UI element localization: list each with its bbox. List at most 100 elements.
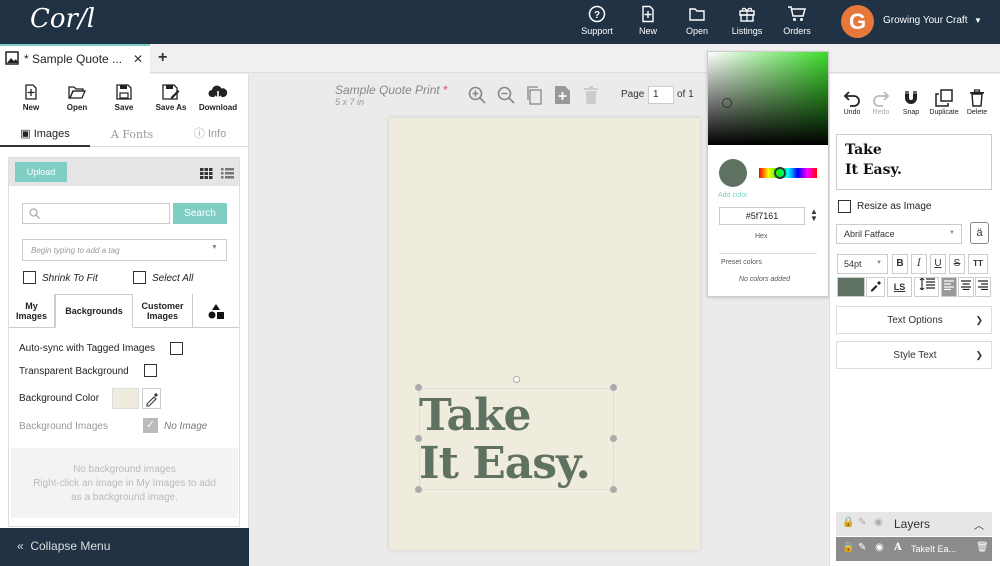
- nav-listings[interactable]: Listings: [719, 5, 775, 36]
- canvas-text-line-2: It Easy.: [419, 438, 591, 489]
- text-transform-button[interactable]: TT: [968, 254, 988, 274]
- bold-button[interactable]: B: [892, 254, 908, 274]
- text-options-label: Text Options: [887, 315, 943, 326]
- bg-color-swatch[interactable]: [112, 388, 139, 409]
- chevron-down-icon: ❯: [975, 350, 983, 360]
- eye-icon[interactable]: ◉: [875, 542, 884, 553]
- undo-button[interactable]: Undo: [837, 89, 867, 116]
- hex-format-toggle-icon[interactable]: ▲ ▼: [810, 208, 818, 223]
- tool-save-as-label: Save As: [155, 103, 187, 112]
- add-color-link[interactable]: Add color: [718, 192, 748, 199]
- delete-page-icon[interactable]: [584, 86, 598, 107]
- tab-backgrounds[interactable]: Backgrounds: [55, 294, 133, 328]
- save-as-icon: [162, 84, 180, 100]
- hue-slider[interactable]: [759, 168, 817, 178]
- duplicate-icon: [935, 89, 953, 107]
- empty-bg-line-3: as a background image.: [71, 492, 178, 503]
- upload-button[interactable]: Upload: [15, 162, 67, 182]
- nav-new[interactable]: New: [620, 5, 676, 36]
- app-logo[interactable]: Cor/l: [30, 4, 95, 34]
- underline-button[interactable]: U: [930, 254, 946, 274]
- nav-open[interactable]: Open: [669, 5, 725, 36]
- new-tab-button[interactable]: +: [158, 49, 167, 67]
- canvas-text-element[interactable]: Take It Easy.: [419, 392, 619, 488]
- trash-icon[interactable]: 🗑: [976, 542, 989, 553]
- no-image-checkbox[interactable]: ✓: [143, 418, 158, 433]
- image-search-input[interactable]: [22, 203, 170, 224]
- list-view-icon[interactable]: [221, 168, 234, 182]
- tab-shapes[interactable]: [193, 294, 239, 328]
- align-center-button[interactable]: [958, 277, 974, 297]
- hex-label: Hex: [755, 233, 768, 240]
- new-file-icon: [25, 84, 37, 100]
- tool-save-button[interactable]: Save: [102, 84, 146, 112]
- no-colors-added: No colors added: [739, 276, 790, 283]
- text-eyedropper-button[interactable]: [866, 277, 885, 297]
- add-page-icon[interactable]: [555, 86, 570, 107]
- page-label: Page: [621, 89, 645, 100]
- user-name[interactable]: Growing Your Craft: [883, 15, 968, 26]
- bg-eyedropper-button[interactable]: [142, 388, 161, 409]
- search-button[interactable]: Search: [173, 203, 227, 224]
- tag-input[interactable]: Begin typing to add a tag: [22, 239, 227, 261]
- tab-my-images[interactable]: My Images: [9, 294, 55, 328]
- text-preview[interactable]: Take It Easy.: [836, 134, 992, 190]
- lock-icon[interactable]: 🔒: [842, 542, 854, 553]
- align-left-button[interactable]: [941, 277, 957, 297]
- tab-fonts[interactable]: A Fonts: [92, 123, 172, 147]
- shrink-to-fit-checkbox[interactable]: [23, 271, 36, 284]
- pencil-icon[interactable]: ✎: [858, 542, 866, 553]
- layer-item[interactable]: 🔒 ✎ ◉ A TakeIt Ea... 🗑: [836, 537, 992, 561]
- hex-input[interactable]: #5f7161: [719, 207, 805, 225]
- align-right-button[interactable]: [975, 277, 991, 297]
- zoom-in-icon[interactable]: [468, 86, 486, 107]
- page-number-input[interactable]: 1: [648, 86, 674, 104]
- italic-button[interactable]: I: [911, 254, 927, 274]
- hue-slider-handle[interactable]: [774, 167, 786, 179]
- chevron-down-icon[interactable]: ▼: [211, 244, 218, 251]
- avatar[interactable]: G: [841, 5, 874, 38]
- chevron-down-icon[interactable]: ▼: [949, 230, 955, 236]
- auto-sync-checkbox[interactable]: [170, 342, 183, 355]
- layers-header[interactable]: 🔒 ✎ ◉ Layers ︿: [836, 512, 992, 536]
- tool-open-button[interactable]: Open: [55, 84, 99, 112]
- tool-save-as-button[interactable]: Save As: [149, 84, 193, 112]
- nav-orders[interactable]: Orders: [769, 5, 825, 36]
- line-height-button[interactable]: [914, 277, 939, 297]
- copy-page-icon[interactable]: [526, 86, 543, 108]
- zoom-out-icon[interactable]: [497, 86, 515, 107]
- tab-images[interactable]: ▣ Images: [0, 123, 90, 147]
- text-color-swatch[interactable]: [837, 277, 865, 297]
- glyphs-button[interactable]: ä: [970, 222, 989, 244]
- chevron-down-icon: ❯: [975, 315, 983, 325]
- duplicate-button[interactable]: Duplicate: [929, 89, 959, 116]
- tab-info[interactable]: ⓘ Info: [172, 123, 248, 147]
- grid-view-icon[interactable]: [200, 168, 213, 182]
- user-menu-caret-icon[interactable]: ▼: [974, 16, 982, 25]
- strikethrough-button[interactable]: S: [949, 254, 965, 274]
- close-tab-icon[interactable]: ✕: [133, 52, 143, 66]
- snap-button[interactable]: Snap: [896, 89, 926, 116]
- shapes-icon: [208, 303, 224, 319]
- text-options-accordion[interactable]: Text Options ❯: [836, 306, 992, 334]
- tool-new-button[interactable]: New: [9, 84, 53, 112]
- delete-button[interactable]: Delete: [962, 89, 992, 116]
- tab-customer-images[interactable]: Customer Images: [133, 294, 193, 328]
- style-text-accordion[interactable]: Style Text ❯: [836, 341, 992, 369]
- folder-icon: [689, 8, 705, 21]
- empty-bg-line-1: No background images: [73, 464, 176, 475]
- resize-as-image-checkbox[interactable]: [838, 200, 851, 213]
- nav-support[interactable]: ? Support: [569, 5, 625, 36]
- resize-handle[interactable]: [610, 384, 617, 391]
- transparent-bg-checkbox[interactable]: [144, 364, 157, 377]
- font-family-select[interactable]: Abril Fatface: [836, 224, 962, 244]
- redo-button[interactable]: Redo: [866, 89, 896, 116]
- sv-cursor[interactable]: [722, 98, 732, 108]
- chevron-down-icon[interactable]: ▼: [876, 260, 882, 266]
- letter-spacing-button[interactable]: LS: [887, 277, 912, 297]
- rotate-handle[interactable]: [513, 376, 520, 383]
- collapse-menu-button[interactable]: « Collapse Menu: [0, 528, 249, 566]
- tool-download-button[interactable]: Download: [196, 84, 240, 112]
- style-text-label: Style Text: [893, 350, 937, 361]
- select-all-checkbox[interactable]: [133, 271, 146, 284]
